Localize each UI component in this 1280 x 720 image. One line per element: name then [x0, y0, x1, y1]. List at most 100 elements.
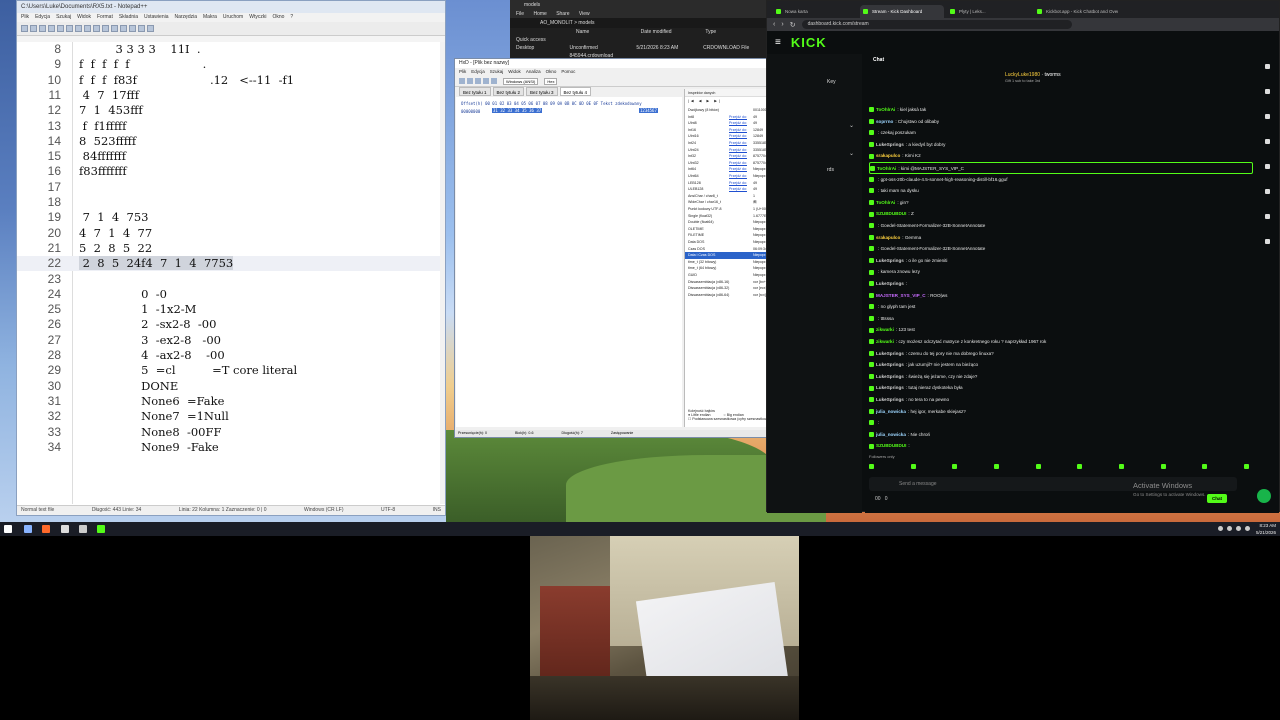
clock[interactable]: 8:23 AM 5/21/2026 [1256, 522, 1276, 536]
brave-icon[interactable] [42, 525, 50, 533]
browser-tab-new[interactable]: Nowa karta [773, 5, 857, 18]
chat-username[interactable]: srakapulco [876, 153, 900, 158]
chat-message[interactable]: SZUBDUBDUI: Z [869, 208, 1253, 220]
settings-icon[interactable] [79, 525, 87, 533]
kick-icon[interactable] [97, 525, 105, 533]
chat-username[interactable]: SZUBDUBDUI [876, 211, 906, 216]
code-area[interactable]: 8 3 3 3 3 11I .9f f f f f . 10 f f f f83f … [17, 42, 445, 504]
goto-link[interactable]: Przejdź do: [729, 127, 747, 134]
chevron-down-icon[interactable]: ⌄ [849, 122, 854, 129]
address-bar[interactable]: dashboard.kick.com/stream [801, 20, 1072, 29]
code-line[interactable]: 14 8 523fffff [17, 134, 445, 149]
chat-username[interactable]: LukeSprings [876, 281, 904, 286]
kick-logo[interactable]: KICK [791, 35, 827, 50]
code-line[interactable]: 16 f83fffffff [17, 164, 445, 179]
chat-username[interactable]: LukeSprings [876, 351, 904, 356]
chat-message[interactable]: zikwarki: 123 test [869, 324, 1253, 336]
chat-message[interactable]: : czekaj poszukam [869, 127, 1253, 139]
code-line[interactable]: 26 2 -sx2-8 -00 [17, 317, 445, 332]
redo-icon[interactable] [111, 25, 118, 32]
notepad-window[interactable]: C:\Users\Luke\Documents\RX5.txt - Notepa… [16, 0, 446, 516]
charset-select[interactable]: Windows (ANSI) [503, 77, 539, 85]
hexed-menu-item[interactable]: Analiza [526, 69, 541, 74]
code-line[interactable]: 8 3 3 3 3 11I . [17, 42, 445, 57]
hex-pane[interactable]: Offset(h) 00 01 02 03 04 05 06 07 08 09 … [456, 97, 682, 427]
chat-message[interactable]: srakapulco: Kimi K2 [869, 150, 1253, 162]
chat-message[interactable]: : Goedel-Statement-Formalizer-32B-Sonnet… [869, 220, 1253, 232]
goto-link[interactable]: Przejdź do: [729, 180, 747, 187]
chat-icon[interactable] [1265, 164, 1270, 169]
col-type[interactable]: Type [705, 28, 770, 36]
search-icon[interactable] [24, 525, 32, 533]
code-line[interactable]: 27 3 -ex2-8 -00 [17, 333, 445, 348]
code-line[interactable]: 15 84fffffff [17, 149, 445, 164]
mode-select[interactable]: Hex [544, 77, 558, 85]
chat-message[interactable]: : no glyph tam jest [869, 301, 1253, 313]
settings-icon[interactable] [1265, 64, 1270, 69]
notepad-icon[interactable] [61, 525, 69, 533]
emote-icon[interactable] [1243, 464, 1249, 469]
ribbon-file[interactable]: File [516, 11, 524, 17]
volume-icon[interactable] [1236, 526, 1241, 531]
code-line[interactable]: 10 f f f f83f .12 <--11 -f1 [17, 73, 445, 88]
goto-link[interactable]: Przejdź do: [729, 166, 747, 173]
editor-menu-item[interactable]: Uruchom [223, 14, 243, 20]
code-line[interactable]: 25 1 -1x2-M [17, 302, 445, 317]
chat-username[interactable]: LukeSprings [876, 142, 904, 147]
editor-menu-item[interactable]: Edycja [35, 14, 50, 20]
chat-username[interactable]: LukeSprings [876, 397, 904, 402]
chat-username[interactable]: SZUBDUBDUI [876, 443, 906, 448]
chat-message[interactable]: ToOhlrAi: kimi @MAJSTER_SYS_VIP_C [869, 162, 1253, 174]
chat-username[interactable]: julia_nowicka [876, 409, 906, 414]
browser-tab-plyty[interactable]: Plyty | Leks... [947, 5, 1031, 18]
tab-untitled-3[interactable]: Bez tytułu 3 [526, 87, 558, 96]
zoom-in-icon[interactable] [138, 25, 145, 32]
chat-message[interactable]: LukeSprings: [869, 278, 1253, 290]
save-icon[interactable] [475, 78, 481, 84]
open-icon[interactable] [467, 78, 473, 84]
hex-ascii-selection[interactable]: 1234567 [639, 108, 658, 113]
code-line[interactable]: 11 4 7 17fff [17, 88, 445, 103]
file-explorer-window[interactable]: models File Home Share View AO_MONOLIT >… [510, 0, 770, 60]
print-icon[interactable] [66, 25, 73, 32]
code-line[interactable]: 18 [17, 195, 445, 210]
emote-icon[interactable] [1202, 464, 1208, 469]
hexed-menu-item[interactable]: Plik [459, 69, 466, 74]
paste-icon[interactable] [93, 25, 100, 32]
cut-icon[interactable] [75, 25, 82, 32]
editor-menu-item[interactable]: Widok [77, 14, 91, 20]
ribbon-home[interactable]: Home [533, 11, 546, 17]
code-line[interactable]: 22 2 8 5 24f4 7 1 4 7753 [17, 256, 445, 272]
goto-link[interactable]: Przejdź do: [729, 114, 747, 121]
code-line[interactable]: 17 [17, 180, 445, 195]
nav-quick-access[interactable]: Quick access [516, 36, 576, 44]
code-line[interactable]: 19 7 1 4 753 [17, 210, 445, 225]
editor-menu-item[interactable]: Format [97, 14, 113, 20]
chat-message[interactable]: : kamera znowu lezy [869, 266, 1253, 278]
calendar-icon[interactable] [1265, 114, 1270, 119]
goto-link[interactable]: Przejdź do: [729, 140, 747, 147]
chat-message[interactable]: : taki mam na dysku [869, 185, 1253, 197]
chat-message[interactable]: julia_nowicka: hej igor, merkabe skiejas… [869, 406, 1253, 418]
forward-icon[interactable]: › [781, 21, 783, 28]
goto-link[interactable]: Przejdź do: [729, 153, 747, 160]
chat-username[interactable]: ToOhlrAi [876, 200, 895, 205]
goto-link[interactable]: Przejdź do: [729, 173, 747, 180]
editor-menu-item[interactable]: Szukaj [56, 14, 71, 20]
chat-username[interactable]: zikwarki [876, 327, 894, 332]
ribbon-view[interactable]: View [579, 11, 590, 17]
editor-menu-item[interactable]: Narzędzia [175, 14, 198, 20]
find-icon[interactable] [120, 25, 127, 32]
goto-link[interactable]: Przejdź do: [729, 186, 747, 193]
close-icon[interactable] [57, 25, 64, 32]
code-line[interactable]: 29 5 =cl =T core literal [17, 363, 445, 378]
chat-message[interactable]: soprrno: Chujstwo od olibaby [869, 116, 1253, 128]
editor-menu-item[interactable]: Ustawienia [144, 14, 168, 20]
chat-username[interactable]: julia_nowicka [876, 432, 906, 437]
chat-message[interactable]: ToOhlrAi: gin? [869, 197, 1253, 209]
goto-link[interactable]: Przejdź do: [729, 147, 747, 154]
tab-untitled-2[interactable]: Bez tytułu 2 [492, 87, 525, 96]
paste-icon[interactable] [491, 78, 497, 84]
code-line[interactable]: 24 0 -0 [17, 287, 445, 302]
network-icon[interactable] [1227, 526, 1232, 531]
